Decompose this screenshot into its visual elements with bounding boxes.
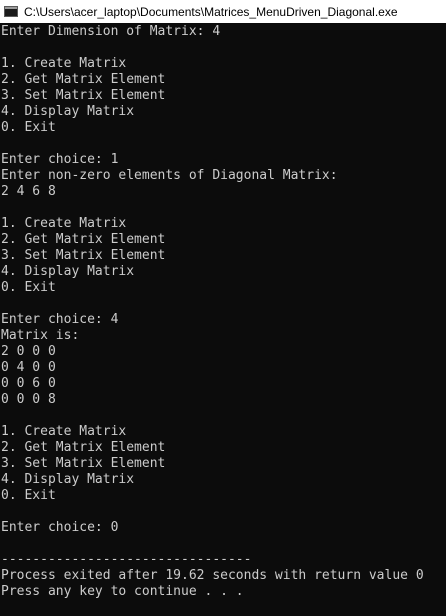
console-line: Enter choice: 4	[1, 312, 119, 327]
console-line: Enter Dimension of Matrix: 4	[1, 24, 221, 39]
console-output[interactable]: Enter Dimension of Matrix: 4 1. Create M…	[1, 24, 445, 600]
console-line: 4. Display Matrix	[1, 472, 135, 487]
console-line: 2. Get Matrix Element	[1, 440, 166, 455]
console-line: 0. Exit	[1, 488, 56, 503]
console-line: Matrix is:	[1, 328, 80, 343]
console-line: 0 0 0 8	[1, 392, 56, 407]
window-title: C:\Users\acer_laptop\Documents\Matrices_…	[24, 4, 398, 19]
console-line: 4. Display Matrix	[1, 104, 135, 119]
console-line: 4. Display Matrix	[1, 264, 135, 279]
console-line: 1. Create Matrix	[1, 56, 127, 71]
console-line: 0. Exit	[1, 120, 56, 135]
console-line: 1. Create Matrix	[1, 424, 127, 439]
console-line: 2 0 0 0	[1, 344, 56, 359]
console-line: 3. Set Matrix Element	[1, 248, 166, 263]
console-line: 0 0 6 0	[1, 376, 56, 391]
console-line: Process exited after 19.62 seconds with …	[1, 568, 424, 583]
title-bar[interactable]: C:\Users\acer_laptop\Documents\Matrices_…	[0, 0, 446, 23]
console-line: 2 4 6 8	[1, 184, 56, 199]
console-line: Enter non-zero elements of Diagonal Matr…	[1, 168, 338, 183]
console-line: Enter choice: 1	[1, 152, 119, 167]
console-line: 0 4 0 0	[1, 360, 56, 375]
console-line: 3. Set Matrix Element	[1, 88, 166, 103]
console-line: 0. Exit	[1, 280, 56, 295]
console-app-icon	[4, 6, 18, 17]
console-line: 1. Create Matrix	[1, 216, 127, 231]
console-line: Press any key to continue . . .	[1, 584, 244, 599]
console-line: 3. Set Matrix Element	[1, 456, 166, 471]
console-line: Enter choice: 0	[1, 520, 119, 535]
console-line: 2. Get Matrix Element	[1, 232, 166, 247]
console-line: 2. Get Matrix Element	[1, 72, 166, 87]
console-line: --------------------------------	[1, 552, 252, 567]
